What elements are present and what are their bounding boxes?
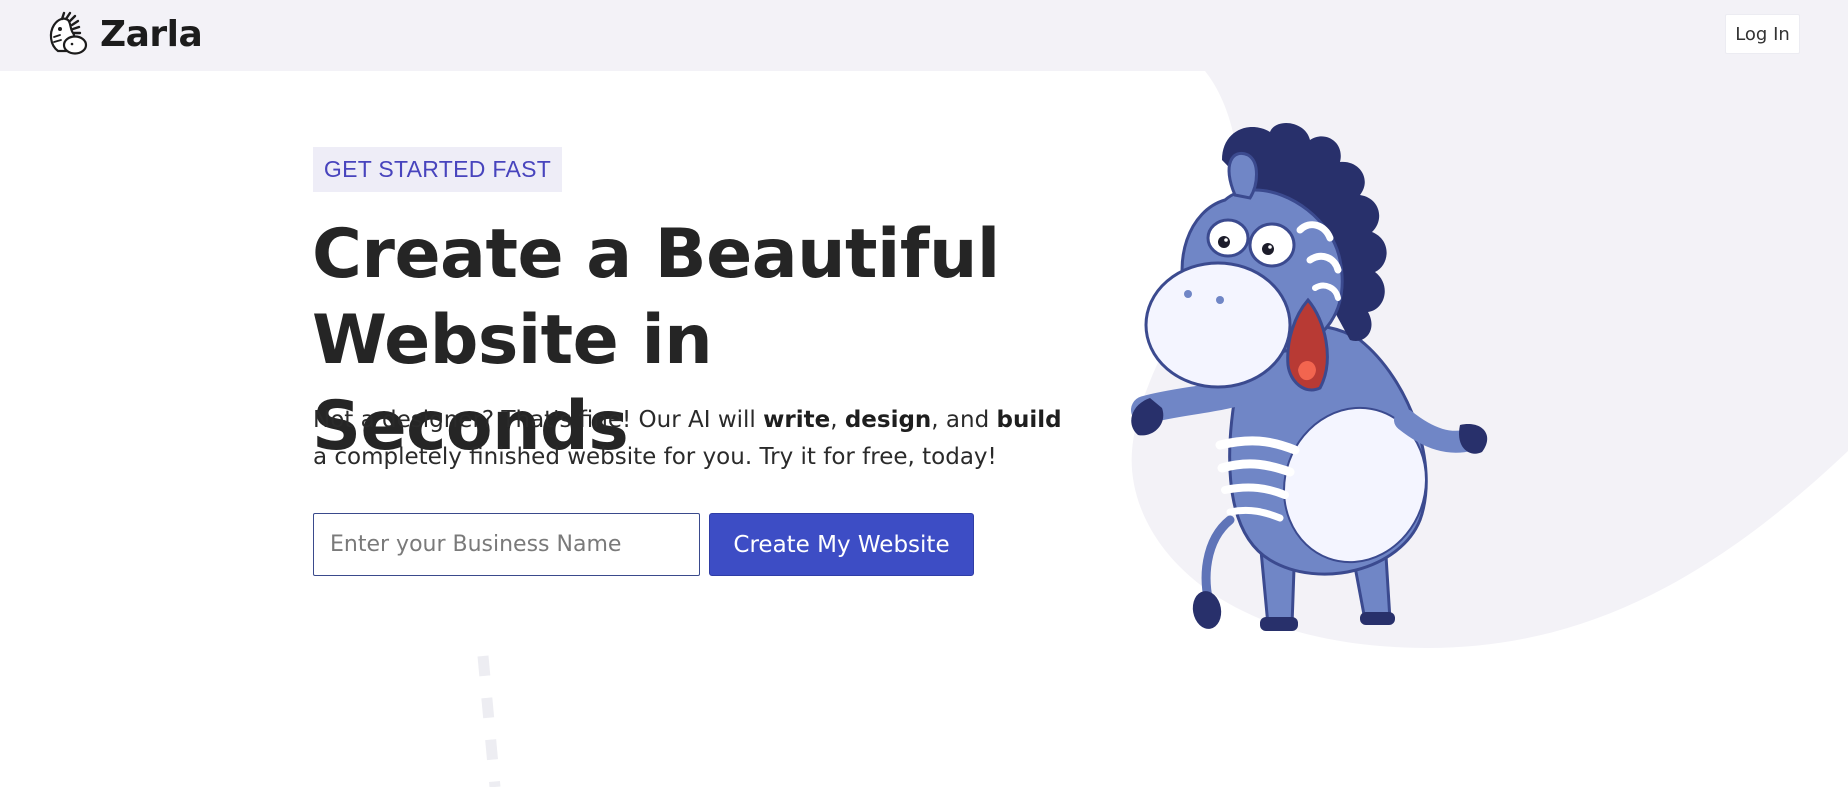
subtitle-text-4: a completely finished website for you. T… <box>313 444 997 470</box>
subtitle-bold-write: write <box>763 407 831 433</box>
eyebrow-tag: GET STARTED FAST <box>313 147 562 192</box>
business-name-input[interactable] <box>313 513 700 576</box>
subtitle-bold-build: build <box>996 407 1062 433</box>
site-header: Zarla Log In <box>0 0 1848 71</box>
brand-logo[interactable]: Zarla <box>44 10 203 58</box>
zebra-logo-icon <box>49 11 88 55</box>
landing-page: Zarla Log In GET STARTED FAST Create a B… <box>0 0 1848 787</box>
create-website-button[interactable]: Create My Website <box>709 513 974 576</box>
brand-name: Zarla <box>100 13 203 55</box>
subtitle-bold-design: design <box>844 407 932 433</box>
subtitle-text-1: Not a designer? That's fine! Our AI will <box>313 407 764 433</box>
subtitle-text-3: , and <box>931 407 997 433</box>
login-button[interactable]: Log In <box>1725 14 1800 54</box>
hero-subtitle: Not a designer? That's fine! Our AI will… <box>313 402 1073 476</box>
headline-line-1: Create a Beautiful <box>312 215 1000 294</box>
zebra-mascot-illustration <box>1131 122 1488 631</box>
subtitle-text-2: , <box>830 407 845 433</box>
